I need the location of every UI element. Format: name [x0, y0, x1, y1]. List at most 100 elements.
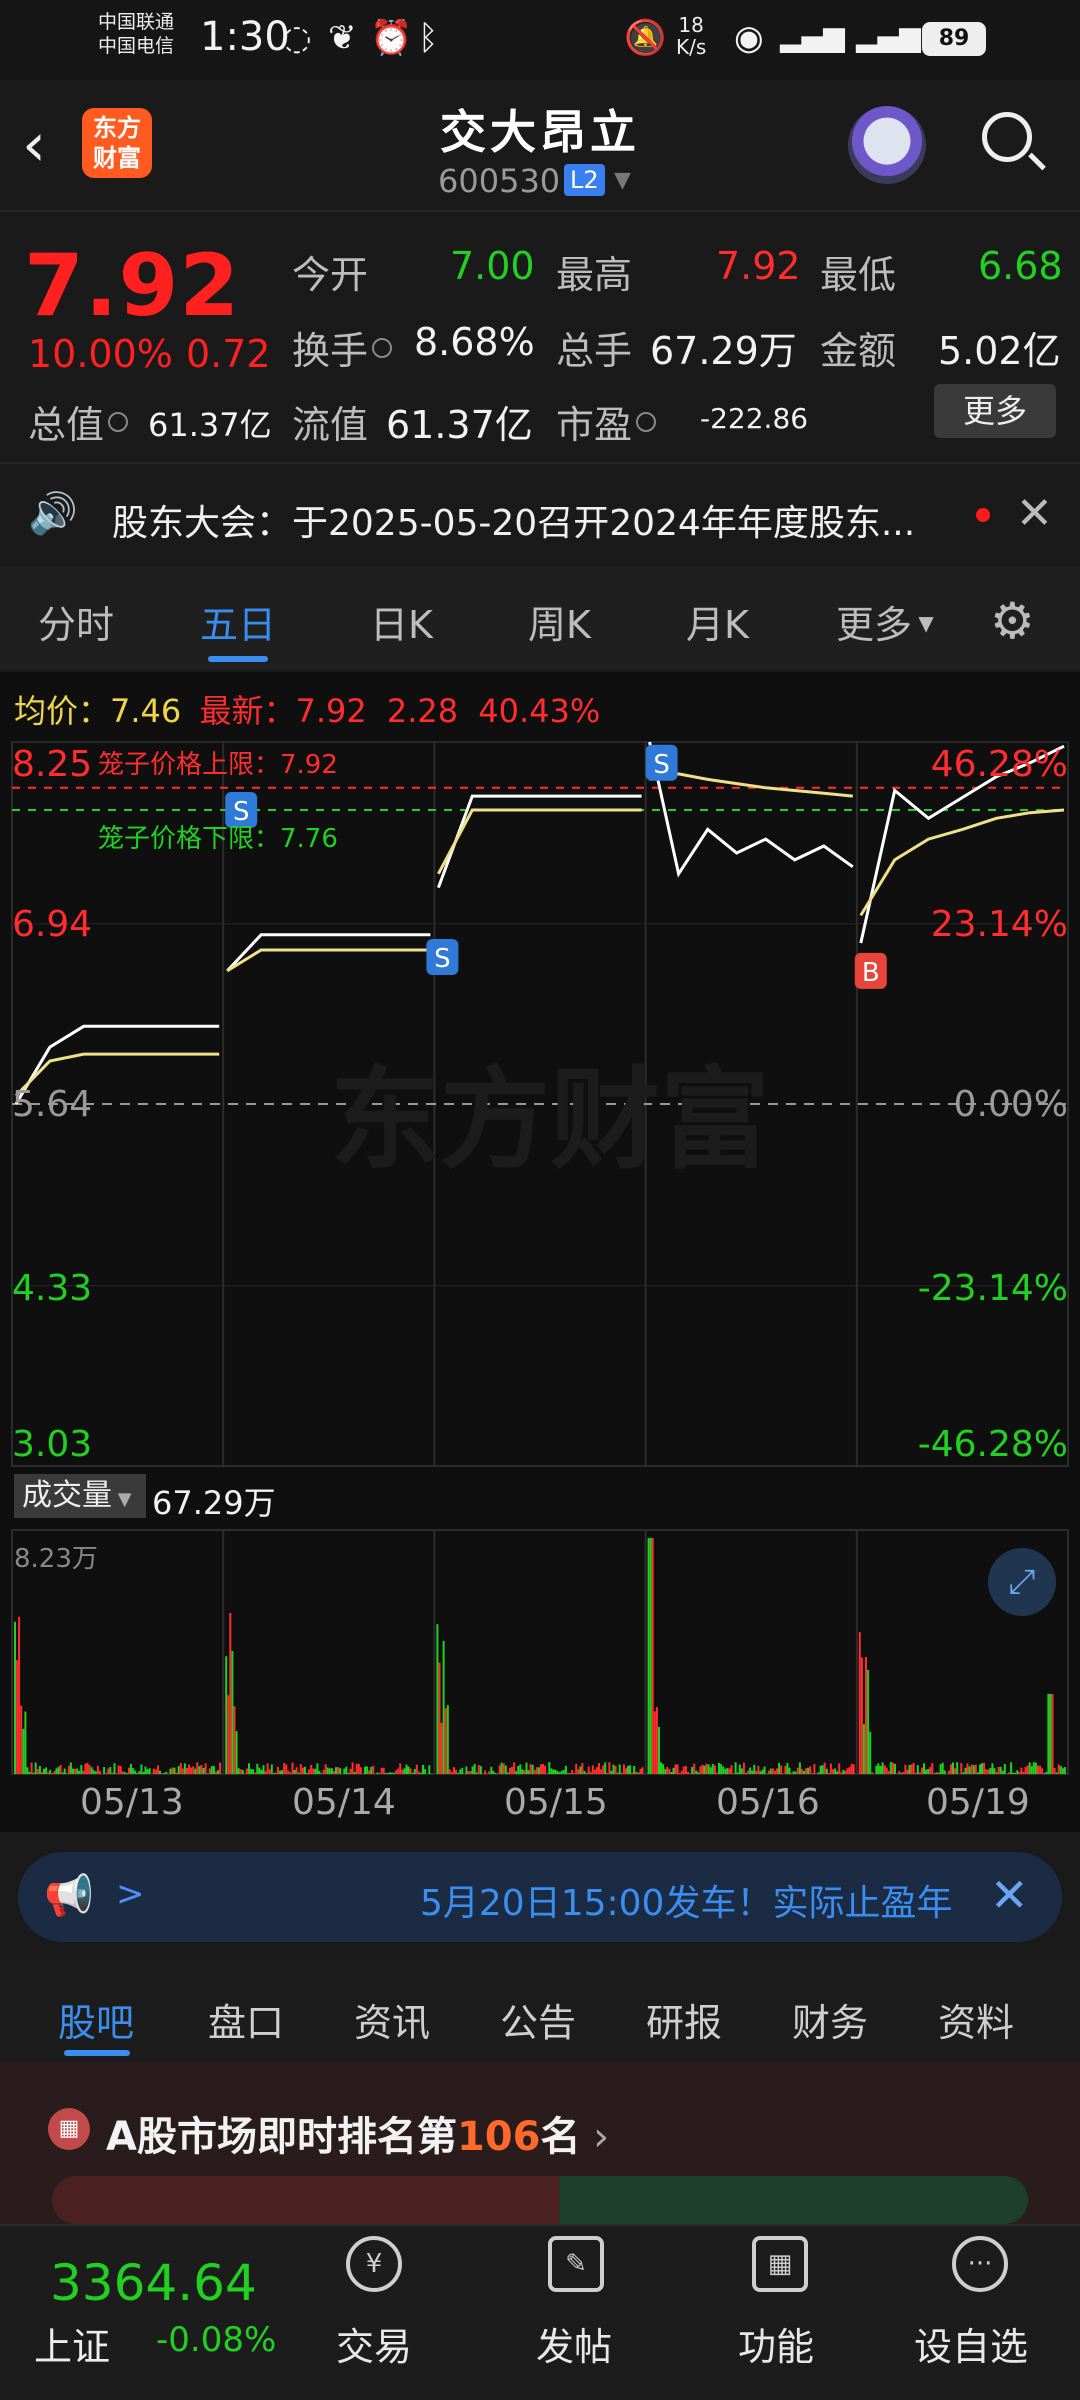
- volume-bar: [726, 1768, 729, 1774]
- mktcap-label-text: 总值: [28, 403, 105, 447]
- volume-bar: [740, 1768, 743, 1774]
- gear-icon[interactable]: ⚙: [990, 592, 1035, 650]
- low-value: 6.68: [978, 244, 1063, 288]
- y-right-tick: 0.00%: [953, 1084, 1068, 1125]
- search-icon[interactable]: [982, 112, 1032, 162]
- volume-bar: [268, 1769, 271, 1774]
- sentiment-bar[interactable]: [52, 2176, 1028, 2224]
- volume-bar: [629, 1765, 632, 1774]
- volume-bar: [879, 1766, 882, 1774]
- tab-monthly-k[interactable]: 月K: [686, 594, 749, 649]
- robot-assistant-icon[interactable]: [848, 106, 926, 184]
- more-icon[interactable]: ···: [952, 2236, 1008, 2292]
- volume-bar: [475, 1772, 478, 1774]
- volume-bar: [210, 1766, 213, 1774]
- promo-text[interactable]: 5月20日15:00发车！实际止盈年: [420, 1874, 970, 1926]
- tab-more-label: 更多: [836, 603, 913, 647]
- series-line-average: [437, 808, 642, 875]
- edit-icon[interactable]: ✎: [548, 2236, 604, 2292]
- level2-badge[interactable]: L2: [564, 164, 605, 196]
- close-icon[interactable]: ✕: [1016, 488, 1053, 539]
- volume-bar: [823, 1762, 826, 1774]
- dropdown-icon: ▼: [912, 611, 934, 635]
- volume-bar: [566, 1773, 569, 1774]
- volume-bar: [45, 1767, 48, 1774]
- volume-bar: [933, 1773, 936, 1774]
- volume-bar: [807, 1767, 810, 1774]
- tab-research[interactable]: 研报: [646, 1992, 722, 2047]
- tab-five-day[interactable]: 五日: [200, 594, 276, 649]
- expand-icon[interactable]: ⤢: [988, 1548, 1056, 1616]
- volume-bar: [14, 1621, 16, 1774]
- info-icon[interactable]: [108, 412, 129, 432]
- chevron-down-icon[interactable]: ▼: [614, 168, 631, 193]
- indicator-select[interactable]: 成交量 ▼: [14, 1474, 146, 1518]
- volume-bar: [119, 1766, 122, 1774]
- tab-orderbook[interactable]: 盘口: [208, 1992, 284, 2047]
- volume-bar: [76, 1768, 79, 1774]
- volume-bar: [26, 1767, 29, 1774]
- volume-bar: [148, 1768, 151, 1774]
- volume-bar: [69, 1762, 72, 1774]
- series-line-average: [649, 772, 853, 798]
- tab-more[interactable]: 更多 ▼: [836, 594, 934, 649]
- volume-bar: [1059, 1766, 1062, 1774]
- volume-bar: [546, 1773, 549, 1774]
- volume-bar: [598, 1763, 600, 1774]
- volume-bar: [258, 1767, 261, 1774]
- tab-financials[interactable]: 财务: [792, 1992, 868, 2047]
- volume-bar: [633, 1766, 636, 1774]
- volume-bar: [132, 1768, 135, 1774]
- volume-bar: [846, 1768, 849, 1774]
- tab-announcements[interactable]: 公告: [500, 1992, 576, 2047]
- info-icon[interactable]: [636, 412, 657, 432]
- volume-bar: [747, 1770, 750, 1774]
- unread-dot: [976, 508, 990, 522]
- tab-guba[interactable]: 股吧: [58, 1992, 134, 2047]
- notice-text[interactable]: 股东大会：于2025-05-20召开2024年年度股东...: [112, 494, 932, 546]
- volume-bar: [956, 1762, 959, 1774]
- nav-add-watchlist[interactable]: 设自选: [914, 2316, 1028, 2371]
- close-icon[interactable]: ✕: [990, 1868, 1029, 1922]
- volume-bar: [720, 1764, 723, 1774]
- volume-bar: [237, 1768, 240, 1774]
- bottom-nav: [0, 2224, 1080, 2400]
- info-icon[interactable]: [372, 338, 393, 358]
- volume-bar: [670, 1772, 673, 1774]
- index-name[interactable]: 上证: [34, 2316, 110, 2371]
- volume-bar: [991, 1763, 994, 1774]
- volume-bar: [303, 1766, 306, 1774]
- grid-icon[interactable]: ▦: [752, 2236, 808, 2292]
- nav-post[interactable]: 发帖: [536, 2316, 612, 2371]
- tab-profile[interactable]: 资料: [938, 1992, 1014, 2047]
- volume-bar: [625, 1768, 627, 1774]
- volume-bar: [941, 1762, 944, 1774]
- volume-bar: [556, 1771, 559, 1774]
- tab-intraday[interactable]: 分时: [38, 594, 114, 649]
- volume-bar: [964, 1767, 967, 1774]
- tab-daily-k[interactable]: 日K: [370, 594, 433, 649]
- volume-bar: [803, 1771, 805, 1774]
- x-date-label: 05/15: [504, 1782, 608, 1823]
- volume-bar: [867, 1669, 870, 1774]
- volume-bar: [974, 1764, 977, 1774]
- volume-bar: [471, 1766, 474, 1774]
- more-button[interactable]: 更多: [934, 384, 1056, 438]
- amount-value: 5.02亿: [938, 329, 1061, 373]
- volume-bar: [618, 1764, 621, 1774]
- volume-bar: [585, 1773, 588, 1774]
- speaker-icon: 🔊: [28, 491, 78, 537]
- nav-trade[interactable]: 交易: [336, 2316, 412, 2371]
- trade-icon[interactable]: ¥: [346, 2236, 402, 2292]
- ranking-suffix: 名: [540, 2114, 581, 2160]
- tab-weekly-k[interactable]: 周K: [528, 594, 591, 649]
- volume-bar: [947, 1770, 950, 1774]
- volume-bar: [577, 1769, 580, 1774]
- volume-bar: [506, 1772, 509, 1774]
- nav-functions[interactable]: 功能: [738, 2316, 814, 2371]
- ranking-text[interactable]: A股市场即时排名第106名 ›: [106, 2104, 609, 2162]
- volume-bar: [165, 1771, 168, 1774]
- volume-bar: [860, 1657, 863, 1774]
- tab-news[interactable]: 资讯: [354, 1992, 430, 2047]
- index-value[interactable]: 3364.64: [50, 2254, 257, 2312]
